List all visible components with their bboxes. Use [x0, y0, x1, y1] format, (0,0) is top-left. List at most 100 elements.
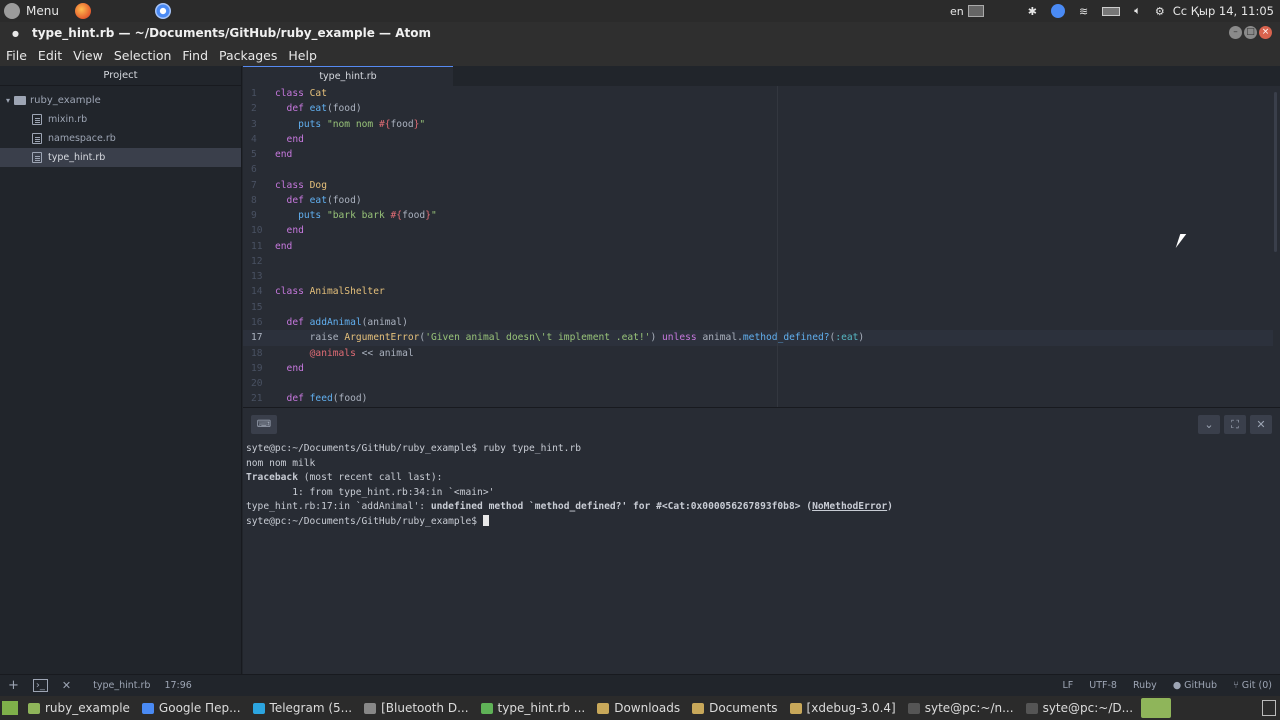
github-button[interactable]: ● GitHub	[1173, 680, 1217, 691]
tree-file-type-hint[interactable]: type_hint.rb	[0, 148, 241, 167]
tree-file-namespace[interactable]: namespace.rb	[0, 129, 241, 148]
code-line[interactable]: 10 end	[243, 223, 1273, 238]
close-button[interactable]: ×	[1259, 26, 1272, 39]
window-titlebar[interactable]: ● type_hint.rb — ~/Documents/GitHub/ruby…	[0, 22, 1280, 44]
line-number[interactable]: 18	[243, 346, 271, 361]
chevron-down-icon[interactable]: ⌄	[1198, 415, 1220, 434]
code-line[interactable]: 3 puts "nom nom #{food}"	[243, 117, 1273, 132]
code-line[interactable]: 19 end	[243, 361, 1273, 376]
line-number[interactable]: 2	[243, 101, 271, 116]
line-ending[interactable]: LF	[1062, 680, 1073, 691]
cursor-position[interactable]: 17:96	[164, 680, 191, 691]
code-line[interactable]: 1 class Cat	[243, 86, 1273, 101]
encoding[interactable]: UTF-8	[1089, 680, 1117, 691]
menu-view[interactable]: View	[67, 48, 108, 63]
line-number[interactable]: 19	[243, 361, 271, 376]
taskbar-item[interactable]: ruby_example	[22, 696, 136, 720]
taskbar-item[interactable]: syte@pc:~/D...	[1020, 696, 1139, 720]
code-line[interactable]: 16 def addAnimal(animal)	[243, 315, 1273, 330]
tab-type-hint[interactable]: type_hint.rb	[243, 66, 453, 86]
keyboard-layout[interactable]: en	[950, 5, 964, 18]
taskbar-item[interactable]: syte@pc:~/n...	[902, 696, 1020, 720]
code-line[interactable]: 4 end	[243, 132, 1273, 147]
line-number[interactable]: 14	[243, 284, 271, 299]
taskbar-item[interactable]: Telegram (5...	[247, 696, 359, 720]
active-app-icon[interactable]	[1141, 698, 1172, 718]
code-line[interactable]: 13	[243, 269, 1273, 284]
code-line[interactable]: 12	[243, 254, 1273, 269]
menu-help[interactable]: Help	[282, 48, 322, 63]
settings-icon[interactable]: ⚙	[1155, 5, 1165, 18]
line-number[interactable]: 8	[243, 193, 271, 208]
terminal-icon[interactable]: ›_	[32, 679, 48, 692]
line-number[interactable]: 16	[243, 315, 271, 330]
line-number[interactable]: 10	[243, 223, 271, 238]
code-line[interactable]: 17 raise ArgumentError('Given animal doe…	[243, 330, 1273, 346]
taskbar-item[interactable]: [xdebug-3.0.4]	[784, 696, 902, 720]
code-line[interactable]: 5 end	[243, 147, 1273, 162]
show-desktop-icon[interactable]	[2, 701, 18, 715]
chrome-notification-icon[interactable]	[1051, 4, 1065, 18]
minimize-button[interactable]: –	[1229, 26, 1242, 39]
code-line[interactable]: 6	[243, 162, 1273, 177]
line-number[interactable]: 7	[243, 178, 271, 193]
taskbar-item[interactable]: Google Пер...	[136, 696, 247, 720]
maximize-button[interactable]: □	[1244, 26, 1257, 39]
wifi-icon[interactable]: ≋	[1079, 5, 1088, 18]
close-terminal-icon[interactable]: ✕	[1250, 415, 1272, 434]
line-number[interactable]: 11	[243, 239, 271, 254]
code-line[interactable]: 2 def eat(food)	[243, 101, 1273, 116]
menu-file[interactable]: File	[0, 48, 32, 63]
git-button[interactable]: ⑂ Git (0)	[1233, 680, 1272, 691]
line-number[interactable]: 21	[243, 391, 271, 406]
line-number[interactable]: 5	[243, 147, 271, 162]
code-line[interactable]: 8 def eat(food)	[243, 193, 1273, 208]
editor-scrollbar[interactable]	[1274, 92, 1277, 252]
line-number[interactable]: 17	[243, 330, 271, 345]
firefox-icon[interactable]	[74, 3, 91, 19]
add-terminal-icon[interactable]: +	[8, 678, 19, 693]
menu-selection[interactable]: Selection	[108, 48, 177, 63]
line-number[interactable]: 12	[243, 254, 271, 269]
clock[interactable]: Сс Қыр 14, 11:05	[1173, 4, 1274, 18]
code-line[interactable]: 18 @animals << animal	[243, 346, 1273, 361]
grammar[interactable]: Ruby	[1133, 680, 1157, 691]
menu-edit[interactable]: Edit	[32, 48, 67, 63]
chromium-icon[interactable]	[154, 3, 171, 19]
sidebar-header[interactable]: Project	[0, 66, 241, 86]
taskbar-item[interactable]: type_hint.rb ...	[475, 696, 592, 720]
menu-packages[interactable]: Packages	[213, 48, 282, 63]
battery-icon[interactable]	[1102, 6, 1121, 16]
line-number[interactable]: 4	[243, 132, 271, 147]
line-number[interactable]: 15	[243, 300, 271, 315]
line-number[interactable]: 13	[243, 269, 271, 284]
code-line[interactable]: 7 class Dog	[243, 178, 1273, 193]
terminal-output[interactable]: syte@pc:~/Documents/GitHub/ruby_example$…	[243, 440, 1280, 529]
line-number[interactable]: 9	[243, 208, 271, 223]
code-line[interactable]: 21 def feed(food)	[243, 391, 1273, 406]
tree-root-folder[interactable]: ▾ ruby_example	[0, 90, 241, 110]
keyboard-icon[interactable]: ⌨	[251, 415, 277, 434]
taskbar-item[interactable]: Downloads	[591, 696, 686, 720]
display-icon[interactable]	[967, 5, 984, 17]
menu-button[interactable]: Menu	[0, 0, 67, 22]
volume-icon[interactable]: 🔈︎	[1134, 4, 1141, 18]
code-line[interactable]: 14 class AnimalShelter	[243, 284, 1273, 299]
code-line[interactable]: 15	[243, 300, 1273, 315]
taskbar-item[interactable]: Documents	[686, 696, 783, 720]
menu-find[interactable]: Find	[176, 48, 213, 63]
bluetooth-icon[interactable]: ✱	[1028, 5, 1037, 18]
line-number[interactable]: 20	[243, 376, 271, 391]
trash-icon[interactable]	[1262, 700, 1276, 716]
code-line[interactable]: 20	[243, 376, 1273, 391]
maximize-terminal-icon[interactable]: ⛶	[1224, 415, 1246, 434]
code-line[interactable]: 11 end	[243, 239, 1273, 254]
taskbar-item[interactable]: [Bluetooth D...	[358, 696, 474, 720]
close-icon[interactable]: ✕	[62, 679, 71, 692]
line-number[interactable]: 1	[243, 86, 271, 101]
code-line[interactable]: 9 puts "bark bark #{food}"	[243, 208, 1273, 223]
line-number[interactable]: 3	[243, 117, 271, 132]
line-number[interactable]: 6	[243, 162, 271, 177]
status-file[interactable]: type_hint.rb	[93, 680, 150, 691]
code-area[interactable]: 1 class Cat 2 def eat(food) 3 puts "nom nom…	[243, 86, 1273, 407]
